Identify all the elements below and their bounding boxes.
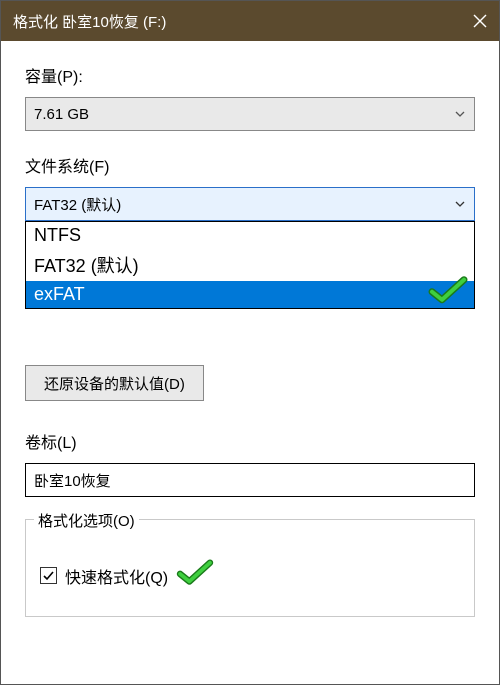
filesystem-selected-value: FAT32 (默认) [34, 194, 454, 215]
capacity-label: 容量(P): [25, 63, 475, 87]
titlebar: 格式化 卧室10恢复 (F:) [1, 1, 499, 41]
restore-defaults-button[interactable]: 还原设备的默认值(D) [25, 365, 204, 401]
filesystem-option-exfat[interactable]: exFAT [26, 281, 474, 308]
format-options-group: 格式化选项(O) 快速格式化(Q) [25, 519, 475, 617]
close-icon[interactable] [461, 1, 499, 41]
filesystem-select[interactable]: FAT32 (默认) [25, 187, 475, 221]
dialog-body: 容量(P): 7.61 GB 文件系统(F) FAT32 (默认) NTFS F… [1, 41, 499, 684]
volume-label-value: 卧室10恢复 [34, 470, 111, 491]
filesystem-dropdown: NTFS FAT32 (默认) exFAT [25, 221, 475, 309]
option-label: exFAT [34, 284, 85, 304]
filesystem-label: 文件系统(F) [25, 153, 475, 177]
capacity-select[interactable]: 7.61 GB [25, 97, 475, 131]
filesystem-option-fat32[interactable]: FAT32 (默认) [26, 249, 474, 281]
quick-format-checkbox[interactable] [40, 567, 57, 584]
window-title: 格式化 卧室10恢复 (F:) [13, 11, 461, 32]
checkmark-icon [428, 275, 468, 310]
quick-format-row[interactable]: 快速格式化(Q) [40, 559, 460, 592]
chevron-down-icon [454, 201, 466, 207]
quick-format-label: 快速格式化(Q) [65, 564, 168, 588]
checkmark-icon [176, 559, 214, 592]
restore-defaults-label: 还原设备的默认值(D) [44, 373, 185, 394]
volume-label-input[interactable]: 卧室10恢复 [25, 463, 475, 497]
filesystem-block: FAT32 (默认) NTFS FAT32 (默认) exFAT [25, 187, 475, 221]
filesystem-option-ntfs[interactable]: NTFS [26, 222, 474, 249]
capacity-value: 7.61 GB [34, 106, 454, 123]
format-dialog: 格式化 卧室10恢复 (F:) 容量(P): 7.61 GB 文件系统(F) F… [0, 0, 500, 685]
format-options-legend: 格式化选项(O) [34, 510, 139, 531]
chevron-down-icon [454, 111, 466, 117]
volume-label-label: 卷标(L) [25, 429, 475, 453]
